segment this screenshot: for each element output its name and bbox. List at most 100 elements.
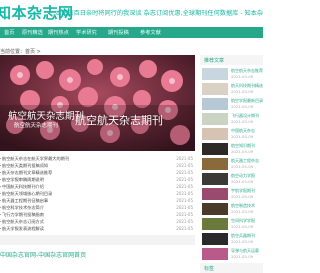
bullet-icon bbox=[0, 172, 1, 173]
list-item-title[interactable]: 中国航天科技期刊介绍 bbox=[2, 184, 44, 190]
list-item[interactable]: 航空航天杂志订阅方式 2021-05 bbox=[0, 219, 195, 226]
sidebar-item[interactable]: 航空制造技术 2021-05-09 bbox=[200, 202, 263, 216]
list-item[interactable]: 中国航天科技期刊介绍 2021-05 bbox=[0, 184, 195, 191]
slider-subcaption: 航空航天杂志期刊 bbox=[14, 123, 59, 129]
site-tagline: 本站的百日亲时将同行的我深谈 杂志订阅优惠,全球期刊任何数据库 - 知本杂志 bbox=[55, 10, 263, 17]
sidebar-item-date: 2021-05-09 bbox=[231, 254, 254, 259]
sidebar-item[interactable]: 航空兵器期刊 2021-05-09 bbox=[200, 232, 263, 246]
thumbnail-image bbox=[202, 158, 228, 170]
thumbnail-image bbox=[202, 113, 228, 125]
main-nav: 首页 原刊精选 期刊热点 学术研究 期刊投稿 参考文献 bbox=[0, 27, 263, 38]
list-item-date: 2021-05 bbox=[176, 191, 193, 196]
list-item-date: 2021-05 bbox=[176, 177, 193, 182]
sidebar-item-date: 2021-05-09 bbox=[231, 89, 254, 94]
sidebar-item-date: 2021-05-09 bbox=[231, 194, 254, 199]
sidebar-item-date: 2021-05-09 bbox=[231, 134, 254, 139]
list-item-title[interactable]: 航空学报审稿周期说明 bbox=[2, 177, 44, 183]
slider-caption[interactable]: 航空航天杂志期刊 bbox=[8, 108, 84, 122]
sidebar-item[interactable]: 航空航天杂志推荐 2021-05-09 bbox=[200, 67, 263, 81]
list-item-date: 2021-05 bbox=[176, 205, 193, 210]
bullet-icon bbox=[0, 207, 1, 208]
thumbnail-image bbox=[202, 83, 228, 95]
sidebar-item[interactable]: 航空动力学报 2021-05-09 bbox=[200, 172, 263, 186]
list-item[interactable]: 航空学报审稿周期说明 2021-05 bbox=[0, 177, 195, 184]
nav-item-research[interactable]: 学术研究 bbox=[76, 29, 97, 36]
nav-item-refs[interactable]: 参考文献 bbox=[140, 29, 161, 36]
breadcrumb: 当前位置：首页 > bbox=[0, 49, 41, 55]
sidebar-item[interactable]: 导弹与航天运载 2021-05-09 bbox=[200, 247, 263, 261]
featured-slider[interactable] bbox=[0, 55, 195, 151]
list-item-date: 2021-05 bbox=[176, 212, 193, 217]
thumbnail-image bbox=[202, 173, 228, 185]
sidebar-item[interactable]: 航空学报最新目录 2021-05-09 bbox=[200, 97, 263, 111]
sidebar-item[interactable]: 中国航天杂志 2021-05-09 bbox=[200, 127, 263, 141]
list-item-date: 2021-05 bbox=[176, 156, 193, 161]
sidebar-item[interactable]: 航天科技期刊精选 2021-05-09 bbox=[200, 82, 263, 96]
bullet-icon bbox=[0, 158, 1, 159]
list-item[interactable]: 航空航天杂志在航天学界最大的期刊 2021-05 bbox=[0, 156, 195, 163]
sidebar-item[interactable]: 空间科学学报 2021-05-09 bbox=[200, 217, 263, 231]
list-item-title[interactable]: 航空航天领域核心期刊目录 bbox=[2, 191, 52, 197]
list-item-date: 2021-05 bbox=[176, 184, 193, 189]
list-item-title[interactable]: 航空科学技术杂志简介 bbox=[2, 205, 44, 211]
list-item-date: 2021-05 bbox=[176, 226, 193, 231]
sidebar-item-date: 2021-05-09 bbox=[231, 209, 254, 214]
bullet-icon bbox=[0, 179, 1, 180]
sidebar-item[interactable]: 飞行器设计期刊 2021-05-09 bbox=[200, 112, 263, 126]
thumbnail-image bbox=[202, 68, 228, 80]
sidebar-item-date: 2021-05-09 bbox=[231, 74, 254, 79]
pagination-bar bbox=[0, 235, 195, 245]
list-item[interactable]: 航空航天类期刊投稿须知 2021-05 bbox=[0, 163, 195, 170]
list-item-date: 2021-05 bbox=[176, 219, 193, 224]
sidebar-item-date: 2021-05-09 bbox=[231, 104, 254, 109]
sidebar-section-header: 推荐文章 bbox=[200, 55, 263, 65]
thumbnail-image bbox=[202, 128, 228, 140]
list-item-title[interactable]: 航空航天杂志在航天学界最大的期刊 bbox=[2, 156, 69, 162]
list-item-title[interactable]: 航天器工程期刊征稿启事 bbox=[2, 198, 48, 204]
list-item[interactable]: 航天器工程期刊征稿启事 2021-05 bbox=[0, 198, 195, 205]
bullet-icon bbox=[0, 200, 1, 201]
list-item[interactable]: 航天杂志期刊文章精选推荐 2021-05 bbox=[0, 170, 195, 177]
list-item-date: 2021-05 bbox=[176, 198, 193, 203]
footer-link[interactable]: 中国杂志官网-中国杂志官网首页 bbox=[0, 250, 86, 259]
list-item-title[interactable]: 飞行力学期刊投稿指南 bbox=[2, 212, 44, 218]
thumbnail-image bbox=[202, 203, 228, 215]
thumbnail-image bbox=[202, 218, 228, 230]
sidebar-item-date: 2021-05-09 bbox=[231, 149, 254, 154]
sidebar-item-date: 2021-05-09 bbox=[231, 119, 254, 124]
sidebar-item-date: 2021-05-09 bbox=[231, 179, 254, 184]
flower-image bbox=[0, 55, 195, 151]
nav-item-home[interactable]: 首页 bbox=[4, 29, 14, 36]
nav-item-hot[interactable]: 期刊热点 bbox=[48, 29, 69, 36]
thumbnail-image bbox=[202, 98, 228, 110]
slider-title[interactable]: 航空航天杂志期刊 bbox=[75, 112, 163, 128]
sidebar-item-date: 2021-05-09 bbox=[231, 224, 254, 229]
list-item-title[interactable]: 航天杂志期刊文章精选推荐 bbox=[2, 170, 52, 176]
sidebar-section-title: 标签 bbox=[204, 266, 215, 272]
bullet-icon bbox=[0, 228, 1, 229]
sidebar-item-date: 2021-05-09 bbox=[231, 164, 254, 169]
bullet-icon bbox=[0, 193, 1, 194]
thumbnail-image bbox=[202, 188, 228, 200]
nav-item-selected[interactable]: 原刊精选 bbox=[22, 29, 43, 36]
list-item-title[interactable]: 航天学报发表流程解读 bbox=[2, 226, 44, 232]
list-item[interactable]: 飞行力学期刊投稿指南 2021-05 bbox=[0, 212, 195, 219]
sidebar-item[interactable]: 航空知识期刊 2021-05-09 bbox=[200, 142, 263, 156]
sidebar-item-date: 2021-05-09 bbox=[231, 239, 254, 244]
list-item-date: 2021-05 bbox=[176, 163, 193, 168]
list-item[interactable]: 航天学报发表流程解读 2021-05 bbox=[0, 226, 195, 233]
list-item-title[interactable]: 航空航天杂志订阅方式 bbox=[2, 219, 44, 225]
list-item[interactable]: 航空航天领域核心期刊目录 2021-05 bbox=[0, 191, 195, 198]
bullet-icon bbox=[0, 214, 1, 215]
list-item-title[interactable]: 航空航天类期刊投稿须知 bbox=[2, 163, 48, 169]
list-item[interactable]: 航空科学技术杂志简介 2021-05 bbox=[0, 205, 195, 212]
nav-item-submit[interactable]: 期刊投稿 bbox=[108, 29, 129, 36]
sidebar-section-title: 推荐文章 bbox=[204, 58, 225, 64]
bullet-icon bbox=[0, 186, 1, 187]
sidebar-item[interactable]: 航天器工程杂志 2021-05-09 bbox=[200, 157, 263, 171]
thumbnail-image bbox=[202, 248, 228, 260]
sidebar-item[interactable]: 宇航学报期刊 2021-05-09 bbox=[200, 187, 263, 201]
bullet-icon bbox=[0, 165, 1, 166]
thumbnail-image bbox=[202, 143, 228, 155]
bullet-icon bbox=[0, 221, 1, 222]
